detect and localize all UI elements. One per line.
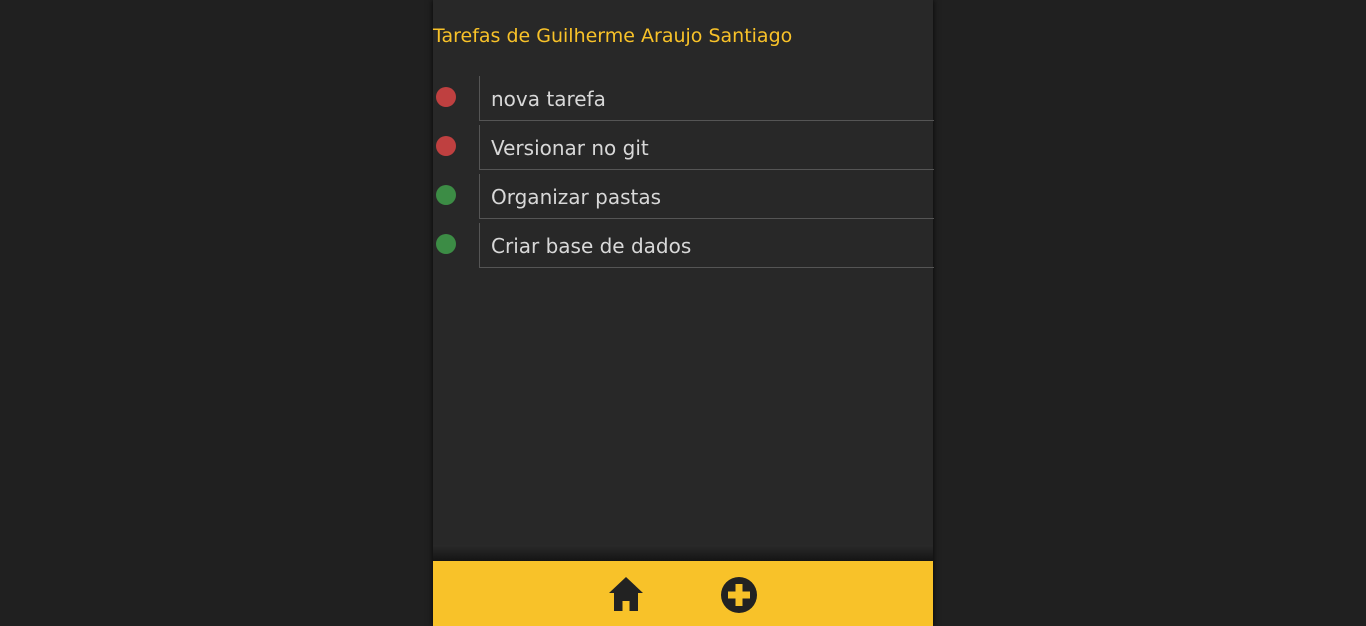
list-item: Versionar no git (433, 125, 934, 174)
task-list: nova tarefa Versionar no git Organizar p… (433, 76, 934, 272)
list-item: nova tarefa (433, 76, 934, 125)
list-item: Criar base de dados (433, 223, 934, 272)
status-dot-icon[interactable] (436, 87, 456, 107)
add-task-button[interactable] (719, 575, 759, 615)
task-text[interactable]: Criar base de dados (479, 223, 934, 268)
task-text[interactable]: Versionar no git (479, 125, 934, 170)
home-button[interactable] (606, 575, 646, 615)
app-container: Tarefas de Guilherme Araujo Santiago nov… (433, 0, 934, 626)
task-text[interactable]: nova tarefa (479, 76, 934, 121)
list-item: Organizar pastas (433, 174, 934, 223)
footer-divider (433, 545, 933, 561)
status-dot-icon[interactable] (436, 234, 456, 254)
status-dot-icon[interactable] (436, 136, 456, 156)
status-dot-icon[interactable] (436, 185, 456, 205)
plus-circle-icon (721, 577, 757, 613)
bottom-nav (433, 561, 933, 626)
home-icon (609, 577, 643, 611)
task-text[interactable]: Organizar pastas (479, 174, 934, 219)
page-title: Tarefas de Guilherme Araujo Santiago (433, 25, 793, 47)
